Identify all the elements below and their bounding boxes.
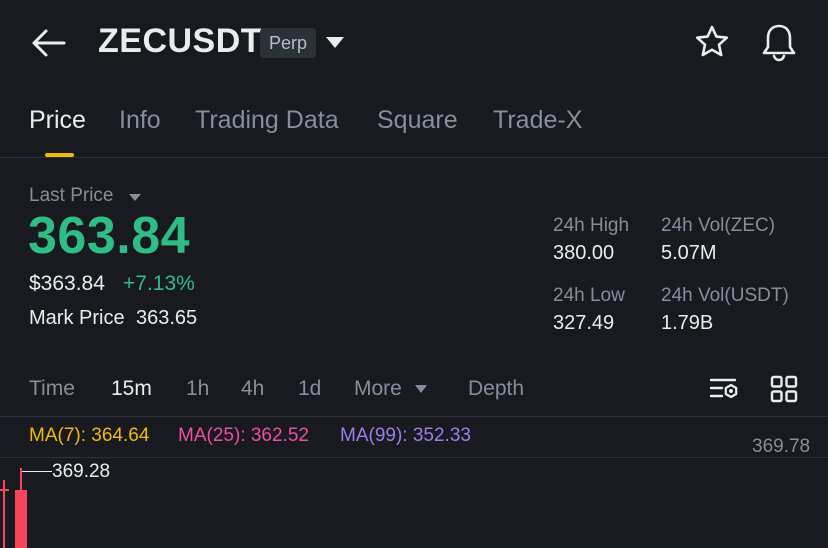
star-icon[interactable] — [694, 24, 730, 60]
price-change-percent: +7.13% — [123, 272, 195, 295]
y-axis-top-label: 369.78 — [752, 436, 811, 457]
toolbar-divider — [0, 416, 828, 417]
high-marker-label: 369.28 — [52, 461, 111, 482]
grid-layout-icon[interactable] — [770, 375, 798, 403]
back-arrow-icon[interactable] — [30, 28, 66, 58]
tab-trading-data[interactable]: Trading Data — [195, 106, 339, 135]
vol-quote-24h-label: 24h Vol(USDT) — [661, 285, 789, 306]
ma25-indicator: MA(25): 362.52 — [178, 425, 309, 446]
tab-price[interactable]: Price — [29, 106, 86, 135]
symbol-title[interactable]: ZECUSDT — [98, 22, 262, 61]
usd-price: $363.84 — [29, 272, 105, 295]
last-price-label[interactable]: Last Price — [29, 185, 113, 207]
tab-trade-x[interactable]: Trade-X — [493, 106, 582, 135]
tab-info[interactable]: Info — [119, 106, 161, 135]
candle-body — [15, 490, 27, 548]
vol-base-24h-label: 24h Vol(ZEC) — [661, 215, 776, 236]
high-marker-line — [22, 471, 52, 472]
more-caret-down-icon[interactable] — [415, 385, 427, 393]
high-24h-value: 380.00 — [553, 242, 615, 264]
chart-top-gridline — [0, 457, 828, 458]
ma99-indicator: MA(99): 352.33 — [340, 425, 471, 446]
last-price-dropdown-caret-icon[interactable] — [129, 194, 141, 201]
mark-price-label: Mark Price — [29, 307, 125, 329]
low-24h-value: 327.49 — [553, 312, 615, 334]
interval-more[interactable]: More — [354, 377, 402, 401]
interval-1d[interactable]: 1d — [298, 377, 321, 401]
interval-1h[interactable]: 1h — [186, 377, 209, 401]
high-24h-label: 24h High — [553, 215, 630, 236]
symbol-dropdown-caret-icon[interactable] — [326, 37, 344, 48]
last-price-value: 363.84 — [28, 207, 191, 265]
tab-square[interactable]: Square — [377, 106, 458, 135]
candle-body-partial — [0, 489, 9, 491]
interval-15m[interactable]: 15m — [111, 377, 152, 401]
ma7-indicator: MA(7): 364.64 — [29, 425, 150, 446]
interval-time[interactable]: Time — [29, 377, 75, 401]
depth-toggle[interactable]: Depth — [468, 377, 524, 401]
low-24h-label: 24h Low — [553, 285, 625, 306]
tabs-divider — [0, 157, 828, 158]
interval-4h[interactable]: 4h — [241, 377, 264, 401]
vol-base-24h-value: 5.07M — [661, 242, 717, 264]
chart-settings-icon[interactable] — [708, 375, 740, 403]
bell-icon[interactable] — [760, 22, 798, 62]
mark-price-value: 363.65 — [136, 307, 198, 329]
vol-quote-24h-value: 1.79B — [661, 312, 714, 334]
contract-type-badge: Perp — [260, 28, 317, 58]
